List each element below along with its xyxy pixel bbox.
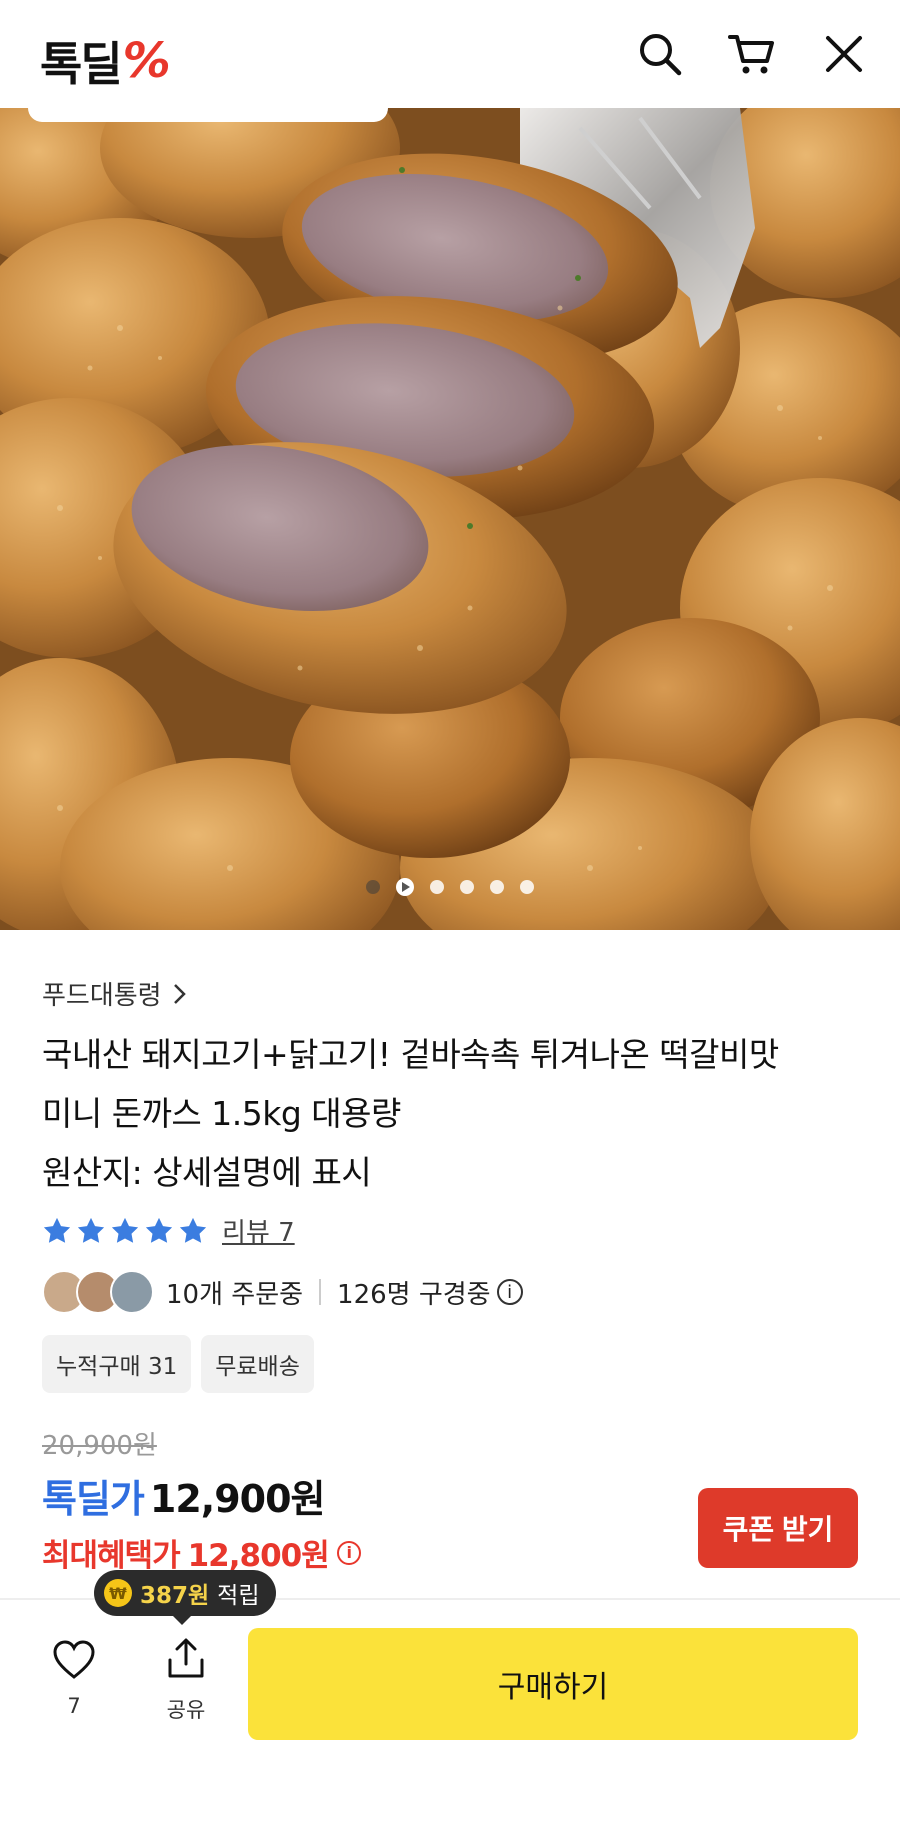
heart-icon — [53, 1640, 95, 1679]
pagination-dot[interactable] — [490, 880, 504, 894]
image-top-overlay — [28, 108, 388, 122]
title-line: 미니 돈까스 1.5kg 대용량 — [42, 1094, 401, 1133]
like-button[interactable]: 7 — [44, 1640, 104, 1718]
star-icon — [145, 1217, 173, 1243]
star-icon — [77, 1217, 105, 1243]
max-benefit-row: 최대혜택가 12,800원 i — [42, 1530, 361, 1575]
gallery-pagination — [0, 878, 900, 896]
tooltip-tail — [172, 1615, 192, 1625]
original-price: 20,900원 — [42, 1431, 157, 1461]
deal-price-row: 톡딜가 12,900원 — [42, 1468, 325, 1523]
cart-icon[interactable] — [726, 28, 778, 80]
activity-row: 10개 주문중 126명 구경중 i — [42, 1270, 523, 1314]
like-count: 7 — [67, 1694, 81, 1718]
watching-count: 126명 구경중 — [337, 1279, 491, 1310]
pagination-dot[interactable] — [366, 880, 380, 894]
avatar — [110, 1270, 154, 1314]
share-icon — [168, 1638, 204, 1678]
product-image-gallery[interactable] — [0, 108, 900, 930]
deal-price: 12,900원 — [149, 1477, 326, 1521]
info-icon[interactable]: i — [496, 1279, 523, 1305]
coin-icon: ₩ — [104, 1579, 132, 1607]
product-photo — [0, 108, 900, 930]
tag-cumulative-purchases: 누적구매 31 — [42, 1335, 192, 1393]
max-benefit-label: 최대혜택가 — [42, 1538, 181, 1574]
chevron-right-icon — [173, 983, 186, 1004]
pagination-dot[interactable] — [460, 880, 474, 894]
points-amount: 387원 — [140, 1583, 210, 1609]
rating-row[interactable]: 리뷰 7 — [42, 1212, 295, 1249]
logo-text: 톡딜 — [40, 37, 123, 91]
divider — [319, 1279, 322, 1305]
buyer-avatars — [42, 1270, 154, 1314]
points-tooltip: ₩ 387원 적립 — [94, 1570, 276, 1616]
play-icon[interactable] — [396, 878, 414, 896]
max-benefit-price: 12,800원 — [187, 1538, 330, 1574]
info-icon[interactable]: i — [336, 1540, 361, 1565]
pagination-dot[interactable] — [430, 880, 444, 894]
coupon-button[interactable]: 쿠폰 받기 — [698, 1488, 858, 1568]
logo-percent-mark: % — [122, 33, 171, 89]
review-link[interactable]: 리뷰 7 — [222, 1212, 295, 1249]
product-tags: 누적구매 31 무료배송 — [42, 1335, 314, 1393]
star-icon — [179, 1217, 207, 1243]
search-icon[interactable] — [634, 28, 686, 80]
seller-name: 푸드대통령 — [42, 981, 162, 1011]
talkdeal-logo[interactable]: 톡딜% — [40, 28, 171, 94]
tag-free-shipping: 무료배송 — [201, 1335, 314, 1393]
buy-button[interactable]: 구매하기 — [248, 1628, 858, 1740]
share-button[interactable]: 공유 — [156, 1638, 216, 1724]
star-icon — [43, 1217, 71, 1243]
pagination-dot[interactable] — [520, 880, 534, 894]
title-line: 국내산 돼지고기+닭고기! 겉바속촉 튀겨나온 떡갈비맛 — [42, 1035, 779, 1074]
points-suffix: 적립 — [217, 1583, 260, 1609]
seller-link[interactable]: 푸드대통령 — [42, 975, 188, 1012]
close-icon[interactable] — [818, 28, 870, 80]
origin-line: 원산지: 상세설명에 표시 — [42, 1153, 372, 1192]
top-header: 톡딜% — [0, 0, 900, 108]
deal-label: 톡딜가 — [42, 1477, 145, 1521]
ordering-count: 10개 주문중 — [166, 1279, 304, 1310]
product-title: 국내산 돼지고기+닭고기! 겉바속촉 튀겨나온 떡갈비맛 미니 돈까스 1.5k… — [42, 1025, 862, 1202]
share-label: 공유 — [166, 1698, 206, 1722]
star-icon — [111, 1217, 139, 1243]
